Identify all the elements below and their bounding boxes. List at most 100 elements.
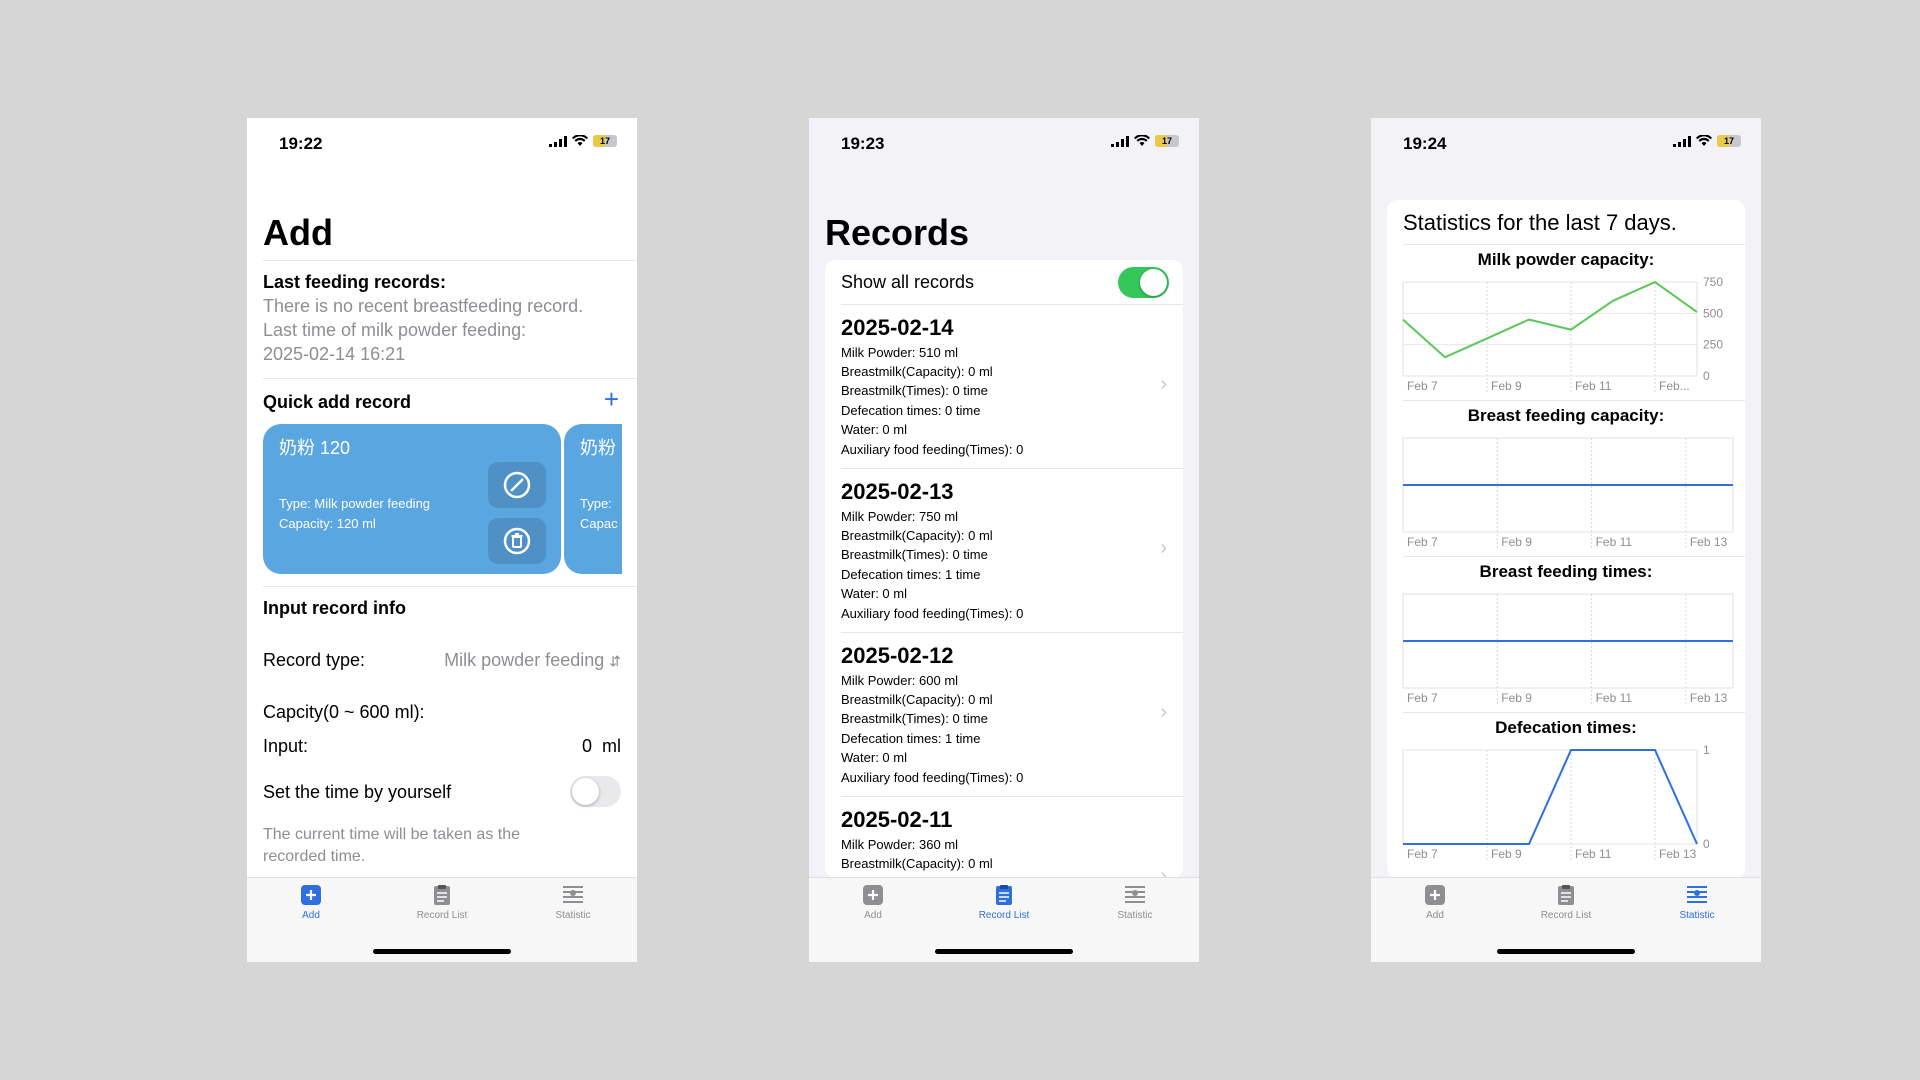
tab-statistic[interactable]: Statistic <box>1647 884 1747 921</box>
record-breast-capacity: Breastmilk(Capacity): 0 ml <box>841 856 993 871</box>
record-breast-capacity: Breastmilk(Capacity): 0 ml <box>841 528 993 543</box>
record-breast-times: Breastmilk(Times): 0 time <box>841 547 988 562</box>
x-tick-label: Feb 11 <box>1596 691 1633 705</box>
clipboard-icon <box>996 885 1012 905</box>
tab-statistic-label: Statistic <box>1117 910 1153 921</box>
x-tick-label: Feb 9 <box>1501 691 1532 705</box>
milk-powder-chart: Feb 7 Feb 9 Feb 11 Feb... 750 500 250 0 <box>1402 275 1723 393</box>
record-date: 2025-02-11 <box>841 807 953 832</box>
tab-add[interactable]: Add <box>823 884 923 921</box>
disable-button[interactable] <box>488 462 546 508</box>
last-feeding-label: Last feeding records: <box>263 272 447 292</box>
input-value: 0 <box>581 736 592 756</box>
records-screen: 19:23 17 Records Show all records 2025-0… <box>809 118 1199 962</box>
x-tick-label: Feb 11 <box>1575 379 1612 393</box>
input-unit: ml <box>602 736 621 756</box>
statistics-panel[interactable]: Statistics for the last 7 days. Milk pow… <box>1387 200 1745 878</box>
record-breast-times: Breastmilk(Times): 0 time <box>841 383 988 398</box>
quick-record-card[interactable]: 奶粉 120 Type: Milk powder feeding Capacit… <box>263 424 561 574</box>
record-row[interactable]: 2025-02-11 Milk Powder: 360 ml Breastmil… <box>825 797 1183 878</box>
tab-add[interactable]: Add <box>261 884 361 921</box>
capacity-label: Capcity(0 ~ 600 ml): <box>263 702 425 722</box>
page-title: Records <box>825 212 970 253</box>
battery-icon: 17 <box>1717 135 1741 147</box>
y-tick-label: 250 <box>1703 338 1723 352</box>
chart-title: Milk powder capacity: <box>1477 250 1655 269</box>
record-row[interactable]: 2025-02-13 Milk Powder: 750 ml Breastmil… <box>825 469 1183 633</box>
record-date: 2025-02-13 <box>841 479 954 504</box>
tab-statistic[interactable]: Statistic <box>523 884 623 921</box>
set-time-toggle[interactable] <box>570 776 621 807</box>
add-quick-record-button[interactable]: + <box>604 384 619 415</box>
card-capacity: Capac <box>580 516 618 531</box>
signal-icon <box>1111 135 1129 147</box>
card-capacity: Capacity: 120 ml <box>279 516 376 531</box>
tab-statistic-label: Statistic <box>1679 910 1715 921</box>
divider <box>1403 712 1745 713</box>
page-title: Add <box>263 212 333 253</box>
tab-record-list[interactable]: Record List <box>954 884 1054 921</box>
trash-icon <box>503 527 531 555</box>
x-tick-label: Feb 7 <box>1407 847 1438 861</box>
statistic-icon <box>1125 886 1145 903</box>
series-line <box>1403 749 1698 845</box>
battery-level: 17 <box>1161 136 1172 146</box>
x-tick-label: Feb 7 <box>1407 379 1438 393</box>
wifi-icon <box>572 135 588 146</box>
card-name: 奶粉 120 <box>279 438 351 458</box>
record-row[interactable]: 2025-02-12 Milk Powder: 600 ml Breastmil… <box>825 633 1183 797</box>
record-water: Water: 0 ml <box>841 422 907 437</box>
quick-add-label: Quick add record <box>263 392 412 412</box>
record-row[interactable]: 2025-02-14 Milk Powder: 510 ml Breastmil… <box>825 305 1183 469</box>
record-type-picker[interactable]: Milk powder feeding ⇵ <box>444 650 621 671</box>
status-icons: 17 <box>549 135 617 147</box>
record-milk: Milk Powder: 600 ml <box>841 673 959 688</box>
delete-button[interactable] <box>488 518 546 564</box>
record-water: Water: 0 ml <box>841 750 907 765</box>
x-tick-label: Feb 11 <box>1575 847 1612 861</box>
record-breast-capacity: Breastmilk(Capacity): 0 ml <box>841 364 993 379</box>
tab-add[interactable]: Add <box>1385 884 1485 921</box>
signal-icon <box>549 135 567 147</box>
clipboard-icon <box>1558 885 1574 905</box>
statistics-screen: 19:24 17 Statistics for the last 7 days.… <box>1371 118 1761 962</box>
x-tick-label: Feb... <box>1659 379 1690 393</box>
card-name: 奶粉 <box>580 438 616 458</box>
chart-frame <box>1402 281 1698 377</box>
wifi-icon <box>1134 135 1150 146</box>
chevron-right-icon: › <box>1160 537 1167 559</box>
last-milk-time: 2025-02-14 16:21 <box>263 344 406 364</box>
x-tick-label: Feb 7 <box>1407 691 1438 705</box>
y-tick-label: 750 <box>1703 275 1723 289</box>
divider <box>1403 556 1745 557</box>
breast-capacity-chart: Feb 7 Feb 9 Feb 11 Feb 13 <box>1402 437 1734 549</box>
chevron-right-icon: › <box>1160 701 1167 723</box>
record-date: 2025-02-14 <box>841 315 954 340</box>
record-type-label: Record type: <box>263 650 366 670</box>
quick-record-card[interactable]: 奶粉 Type: Capac <box>564 424 622 574</box>
tab-statistic[interactable]: Statistic <box>1085 884 1185 921</box>
last-milk-label: Last time of milk powder feeding: <box>263 320 527 340</box>
tab-record-list[interactable]: Record List <box>1516 884 1616 921</box>
record-date: 2025-02-12 <box>841 643 954 668</box>
x-tick-label: Feb 13 <box>1690 535 1728 549</box>
status-bar: 19:24 17 <box>1371 118 1761 168</box>
divider <box>1403 400 1745 401</box>
tab-record-list[interactable]: Record List <box>392 884 492 921</box>
show-all-toggle[interactable] <box>1118 267 1169 298</box>
divider <box>263 378 637 379</box>
x-tick-label: Feb 11 <box>1596 535 1633 549</box>
battery-level: 17 <box>599 136 610 146</box>
record-breast-times: Breastmilk(Times): 0 time <box>841 711 988 726</box>
capacity-input[interactable]: 0 ml <box>582 736 621 757</box>
card-type: Type: Milk powder feeding <box>279 496 431 511</box>
records-list[interactable]: Show all records 2025-02-14 Milk Powder:… <box>825 260 1183 878</box>
x-tick-label: Feb 9 <box>1501 535 1532 549</box>
chevron-updown-icon: ⇵ <box>609 653 621 669</box>
show-all-label: Show all records <box>841 272 975 292</box>
home-indicator <box>1497 949 1635 954</box>
input-info-label: Input record info <box>263 598 406 618</box>
record-milk: Milk Powder: 750 ml <box>841 509 959 524</box>
status-time: 19:24 <box>1403 134 1447 153</box>
battery-icon: 17 <box>593 135 617 147</box>
